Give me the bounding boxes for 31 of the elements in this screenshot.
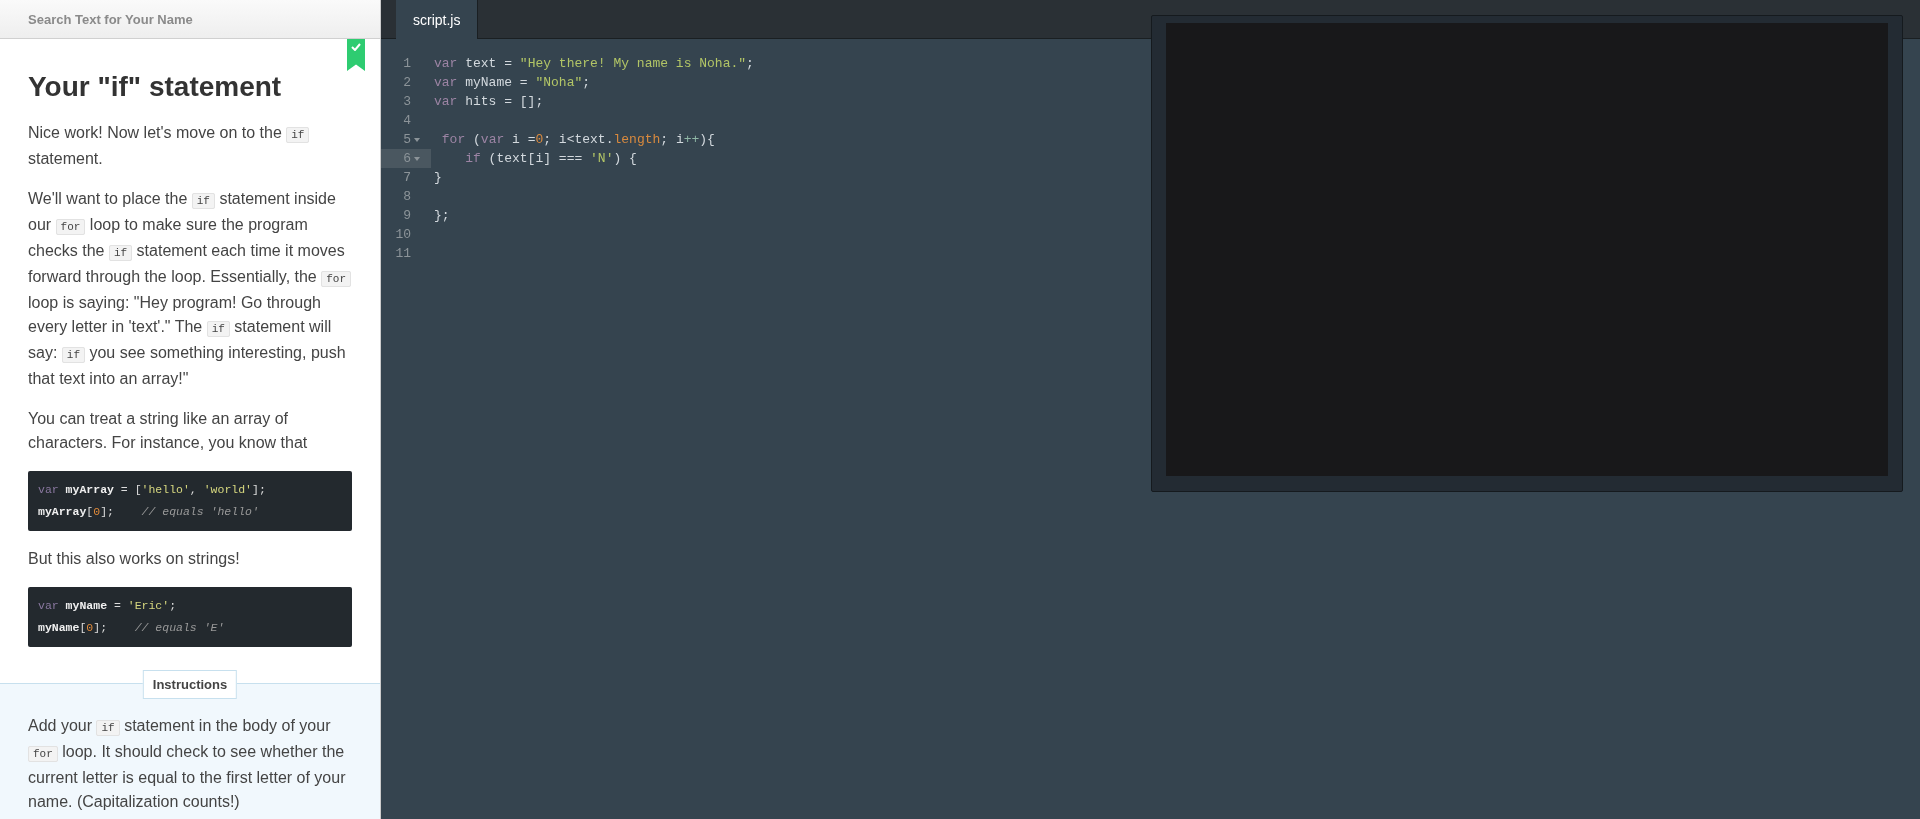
fold-caret-icon[interactable]	[414, 156, 420, 161]
lesson-paragraph: But this also works on strings!	[28, 549, 241, 569]
line-number: 2	[403, 75, 411, 90]
lesson-heading: Your "if" statement	[28, 71, 283, 103]
lesson-title-bar: Search Text for Your Name	[0, 0, 380, 39]
code-line: var text = "Hey there! My name is Noha.";	[433, 56, 754, 71]
code-line: if (text[i] === 'N') {	[464, 151, 637, 166]
fold-caret-icon[interactable]	[414, 137, 420, 142]
lesson-paragraph: You can treat a string like an array of characters. For instance, you know that	[28, 409, 309, 453]
line-number: 11	[395, 246, 411, 261]
code-line: for (var i =0; i<text.length; i++){	[440, 132, 715, 147]
line-number: 6	[403, 151, 411, 166]
line-number: 5	[403, 132, 411, 147]
instructions-text: Add your if statement in the body of your for loop. It should check to see whether the current letter is equal to the first letter of your name. (Capitalization counts!)	[28, 716, 347, 812]
line-number: 1	[403, 56, 411, 71]
code-line: var hits = [];	[433, 94, 544, 109]
line-number: 10	[395, 227, 411, 242]
code-line: var myName = "Noha";	[433, 75, 591, 90]
code-example: var myArray = ['hello', 'world']; myArray[0]; // equals 'hello'	[28, 471, 352, 531]
line-number: 3	[403, 94, 411, 109]
lesson-paragraph: We'll want to place the if statement inside our for loop to make sure the program checks the if statement each time it moves forward through the loop. Essentially, the for loop is saying: "Hey program! Go through every letter in 'text'." The if statement will say: if you see something interesting, push that text into an array!"	[28, 187, 352, 391]
code-line: }	[433, 170, 442, 185]
line-number: 8	[403, 189, 411, 204]
file-tab[interactable]: script.js	[396, 0, 479, 39]
code-example: var myName = 'Eric'; myName[0]; // equals 'E'	[28, 587, 352, 647]
line-number: 7	[403, 170, 411, 185]
instructions-label: Instructions	[142, 670, 238, 699]
code-line: };	[433, 208, 450, 223]
line-number: 4	[403, 113, 411, 128]
line-number: 9	[403, 208, 411, 223]
lesson-paragraph: Nice work! Now let's move on to the if statement.	[28, 121, 352, 171]
